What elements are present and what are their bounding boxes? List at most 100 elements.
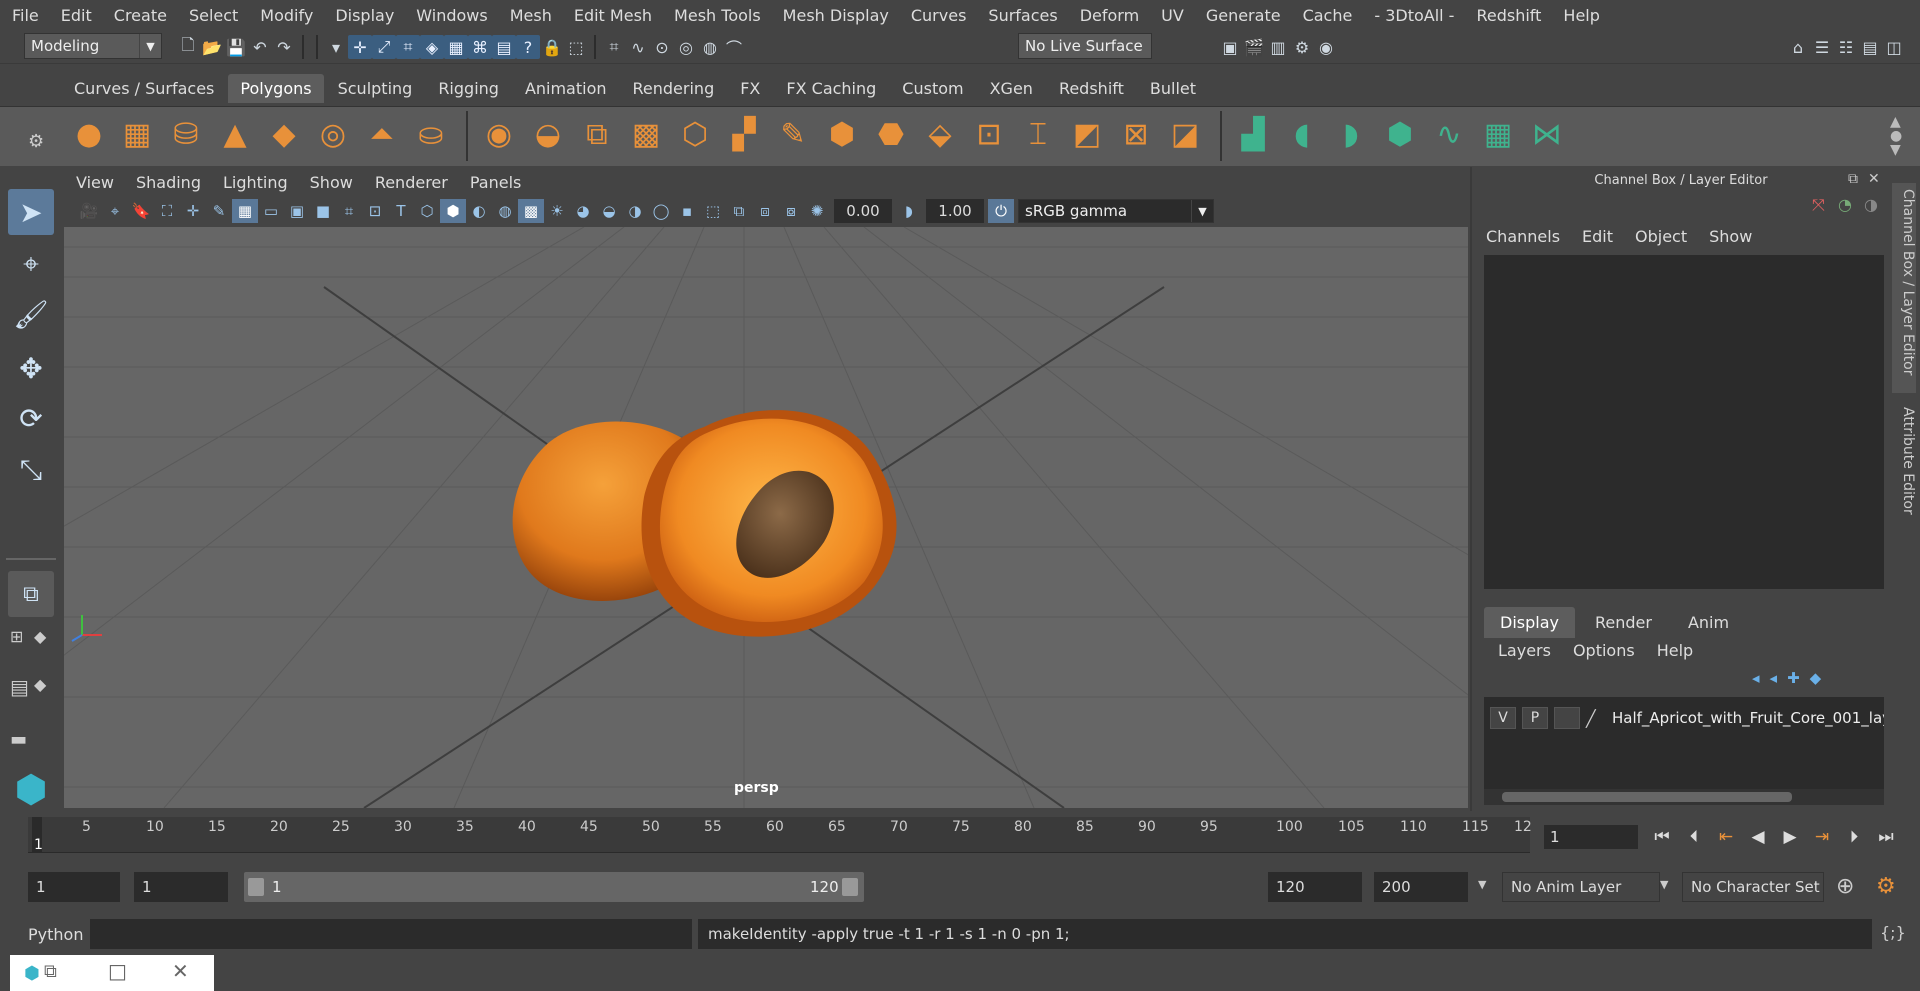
menu-surfaces[interactable]: Surfaces bbox=[988, 6, 1057, 25]
tab-render[interactable]: Render bbox=[1579, 607, 1668, 638]
menu-select[interactable]: Select bbox=[189, 6, 238, 25]
color-management-toggle-icon[interactable]: ⏻ bbox=[988, 199, 1014, 223]
smooth-shade-icon[interactable]: ⬢ bbox=[440, 199, 466, 223]
outliner-layout-icon[interactable]: ▬ bbox=[10, 729, 27, 750]
scale-tool-icon[interactable]: ⤡ bbox=[8, 447, 54, 493]
playback-start-field[interactable]: 1 bbox=[134, 872, 228, 902]
single-pane-layout-icon[interactable]: ⧉ bbox=[8, 571, 54, 617]
menu-file[interactable]: File bbox=[12, 6, 39, 25]
layer-name[interactable]: Half_Apricot_with_Fruit_Core_001_lay bbox=[1612, 709, 1884, 727]
bevel-icon[interactable]: ⬡ bbox=[676, 115, 714, 153]
snap-surface-icon[interactable]: ◍ bbox=[698, 35, 722, 59]
combine-icon[interactable]: ◉ bbox=[480, 115, 518, 153]
image-plane-icon[interactable]: ⛶ bbox=[154, 199, 180, 223]
hyper-icon[interactable]: ◑ bbox=[1864, 195, 1878, 214]
shelf-tab-polygons[interactable]: Polygons bbox=[228, 73, 324, 103]
shelf-tab-xgen[interactable]: XGen bbox=[978, 74, 1045, 103]
select-object-icon[interactable]: ⤢ bbox=[372, 35, 396, 59]
poly-cone-icon[interactable]: ▲ bbox=[216, 115, 254, 153]
bridge-icon[interactable]: ⬢ bbox=[823, 115, 861, 153]
shelf-tab-redshift[interactable]: Redshift bbox=[1047, 74, 1136, 103]
uv-unfold-icon[interactable]: ∿ bbox=[1430, 115, 1468, 153]
animation-prefs-icon[interactable]: ⚙ bbox=[1876, 874, 1896, 899]
exposure-field[interactable]: 0.00 bbox=[834, 199, 892, 223]
hypershade-icon[interactable]: ◉ bbox=[1314, 35, 1338, 59]
poly-plane-icon[interactable]: ◆ bbox=[265, 115, 303, 153]
anti-aliasing-icon[interactable]: ◯ bbox=[648, 199, 674, 223]
viewport-menu-view[interactable]: View bbox=[76, 173, 114, 192]
script-editor-icon[interactable]: {;} bbox=[1880, 923, 1906, 942]
safe-title-icon[interactable]: T bbox=[388, 199, 414, 223]
object-menu[interactable]: Object bbox=[1635, 227, 1687, 246]
camera-attributes-icon[interactable]: ⌖ bbox=[102, 199, 128, 223]
menu-windows[interactable]: Windows bbox=[416, 6, 487, 25]
tool-settings-toggle-icon[interactable]: ☷ bbox=[1834, 35, 1858, 59]
smooth-icon[interactable]: ▩ bbox=[627, 115, 665, 153]
character-set-dropdown[interactable]: No Character Set bbox=[1682, 872, 1824, 902]
menu-cache[interactable]: Cache bbox=[1303, 6, 1353, 25]
select-vertex-icon[interactable]: ◈ bbox=[420, 35, 444, 59]
uv-auto-icon[interactable]: ⬢ bbox=[1381, 115, 1419, 153]
fill-hole-icon[interactable]: ⬙ bbox=[921, 115, 959, 153]
range-start-handle[interactable] bbox=[248, 878, 264, 896]
shelf-tab-rigging[interactable]: Rigging bbox=[426, 74, 511, 103]
poly-cylinder-icon[interactable]: ⛁ bbox=[167, 115, 205, 153]
safe-action-icon[interactable]: ⊡ bbox=[362, 199, 388, 223]
shelf-tab-fx[interactable]: FX bbox=[728, 74, 772, 103]
field-chart-icon[interactable]: ⌗ bbox=[336, 199, 362, 223]
textured-icon[interactable]: ▩ bbox=[518, 199, 544, 223]
uv-cylindrical-icon[interactable]: ◖ bbox=[1283, 115, 1321, 153]
lock-icon[interactable]: 🔒 bbox=[540, 35, 564, 59]
bookmark-icon[interactable]: 🔖 bbox=[128, 199, 154, 223]
poly-pipe-icon[interactable]: ⛀ bbox=[412, 115, 450, 153]
tab-display[interactable]: Display bbox=[1484, 607, 1575, 638]
move-tool-icon[interactable]: ✥ bbox=[8, 345, 54, 391]
poly-torus-icon[interactable]: ◎ bbox=[314, 115, 352, 153]
script-language-label[interactable]: Python bbox=[28, 925, 83, 944]
quad-layout-icon[interactable]: ⊞ bbox=[10, 627, 23, 646]
new-layer-icon[interactable]: ✚ bbox=[1787, 669, 1800, 687]
separate-icon[interactable]: ◒ bbox=[529, 115, 567, 153]
end-time-field[interactable]: 200 bbox=[1374, 872, 1468, 902]
layer-color-icon[interactable]: ╱ bbox=[1586, 709, 1596, 728]
playback-end-field[interactable]: 120 bbox=[1268, 872, 1362, 902]
paint-select-tool-icon[interactable]: 🖌 bbox=[8, 291, 54, 337]
apricot-model[interactable] bbox=[512, 410, 897, 637]
chevron-down-icon[interactable]: ▼ bbox=[1478, 878, 1486, 891]
shelf-tab-curves-surfaces[interactable]: Curves / Surfaces bbox=[62, 74, 226, 103]
lasso-tool-icon[interactable]: ⌖ bbox=[8, 241, 54, 287]
attribute-editor-toggle-icon[interactable]: ☰ bbox=[1810, 35, 1834, 59]
range-end-handle[interactable] bbox=[842, 878, 858, 896]
menu-edit[interactable]: Edit bbox=[61, 6, 92, 25]
show-menu[interactable]: Show bbox=[1709, 227, 1752, 246]
perspective-viewport[interactable]: persp bbox=[64, 227, 1468, 808]
snap-curve-icon[interactable]: ∿ bbox=[626, 35, 650, 59]
open-scene-icon[interactable]: 📂 bbox=[200, 35, 224, 59]
step-forward-key-icon[interactable]: ⇥ bbox=[1808, 823, 1836, 851]
poly-pyramid-icon[interactable]: ⏶ bbox=[363, 115, 401, 153]
float-panel-icon[interactable]: ⧉ bbox=[1848, 171, 1858, 187]
ssao-icon[interactable]: ◒ bbox=[596, 199, 622, 223]
select-component-icon[interactable]: ⌗ bbox=[396, 35, 420, 59]
snap-grid-icon[interactable]: ⌗ bbox=[602, 35, 626, 59]
snap-point-icon[interactable]: ⊙ bbox=[650, 35, 674, 59]
auto-key-icon[interactable]: ⊕ bbox=[1836, 874, 1854, 899]
xray-joints-icon[interactable]: ⧈ bbox=[752, 199, 778, 223]
channel-list[interactable] bbox=[1484, 255, 1884, 589]
new-scene-icon[interactable]: 🗋 bbox=[176, 35, 200, 59]
selection-mask-icon[interactable]: ▾ bbox=[324, 35, 348, 59]
select-edge-icon[interactable]: ▦ bbox=[444, 35, 468, 59]
snap-live-icon[interactable]: ⌒ bbox=[722, 35, 746, 59]
move-layer-down-icon[interactable]: ◂ bbox=[1770, 669, 1778, 687]
uv-layout-icon[interactable]: ⋈ bbox=[1528, 115, 1566, 153]
layout-toggle-icon[interactable]: ◆ bbox=[34, 675, 46, 694]
menu-edit-mesh[interactable]: Edit Mesh bbox=[574, 6, 652, 25]
help-icon[interactable]: ? bbox=[516, 35, 540, 59]
step-back-frame-icon[interactable]: ⏴ bbox=[1680, 823, 1708, 851]
viewport-menu-shading[interactable]: Shading bbox=[136, 173, 201, 192]
viewport-menu-panels[interactable]: Panels bbox=[470, 173, 522, 192]
snap-view-icon[interactable]: ◎ bbox=[674, 35, 698, 59]
shelf-tab-rendering[interactable]: Rendering bbox=[621, 74, 727, 103]
new-layer-selected-icon[interactable]: ◆ bbox=[1810, 669, 1822, 687]
lights-icon[interactable]: ☀ bbox=[544, 199, 570, 223]
